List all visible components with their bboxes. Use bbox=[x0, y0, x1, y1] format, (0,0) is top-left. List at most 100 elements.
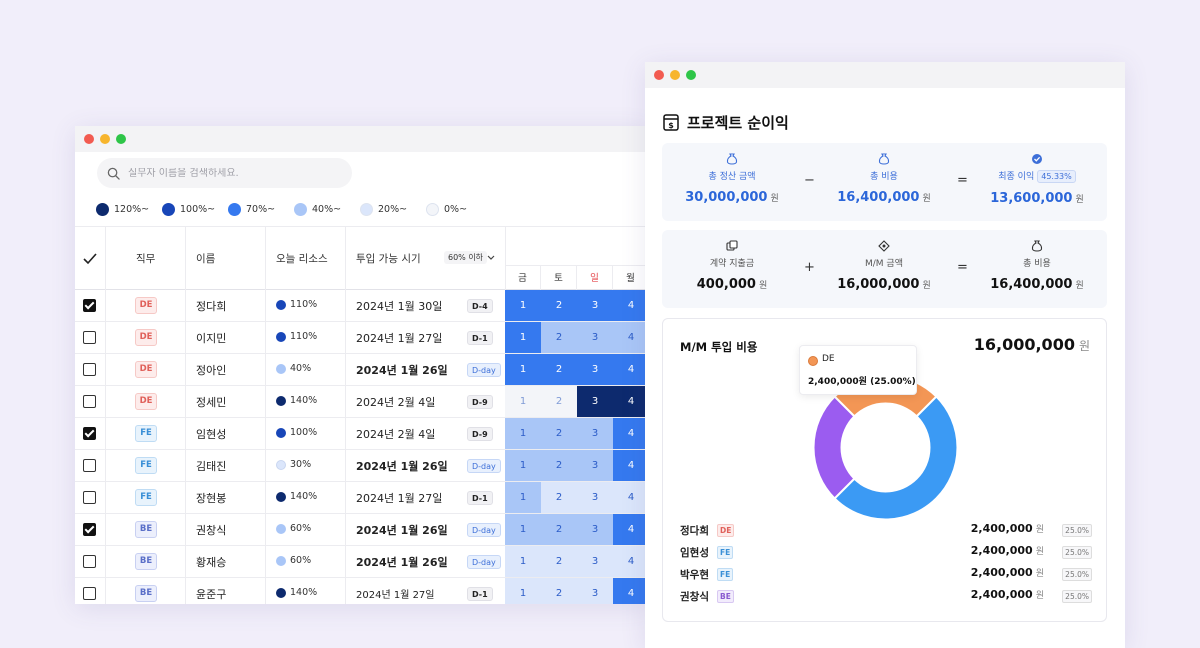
row-checkbox[interactable] bbox=[83, 395, 96, 408]
schedule-cell[interactable]: 4 bbox=[613, 514, 649, 545]
member-name: 윤준구 bbox=[196, 588, 227, 601]
schedule-cell[interactable]: 2 bbox=[541, 290, 577, 321]
schedule-cell[interactable]: 4 bbox=[613, 578, 649, 604]
resource-percent: 110% bbox=[290, 299, 318, 310]
schedule-cell[interactable]: 4 bbox=[613, 354, 649, 385]
row-checkbox[interactable] bbox=[83, 555, 96, 568]
search-icon bbox=[107, 167, 120, 180]
legend-item: 70%~ bbox=[228, 203, 294, 216]
schedule-cell[interactable]: 1 bbox=[505, 578, 541, 604]
legend-label: 0%~ bbox=[444, 204, 468, 215]
currency-unit: 원 bbox=[1078, 339, 1090, 353]
schedule-cell[interactable]: 2 bbox=[541, 354, 577, 385]
schedule-cell[interactable]: 2 bbox=[541, 450, 577, 481]
row-checkbox[interactable] bbox=[83, 491, 96, 504]
select-all-check-icon[interactable] bbox=[83, 253, 97, 265]
kpi-label: 총 비용 bbox=[1023, 259, 1051, 269]
mm-donut-chart[interactable] bbox=[813, 375, 958, 520]
schedule-cell[interactable]: 4 bbox=[613, 482, 649, 513]
resource-level-dot bbox=[276, 395, 286, 406]
row-checkbox[interactable] bbox=[83, 363, 96, 376]
schedule-cell[interactable]: 1 bbox=[505, 322, 541, 353]
row-checkbox[interactable] bbox=[83, 587, 96, 600]
schedule-cell[interactable]: 2 bbox=[541, 546, 577, 577]
table-row[interactable]: BE 권창식 60% 2024년 1월 26일 D-day 1 2 3 4 bbox=[75, 514, 650, 546]
day-header: 금 bbox=[505, 266, 541, 292]
schedule-cell[interactable]: 2 bbox=[541, 514, 577, 545]
schedule-cell[interactable]: 2 bbox=[541, 418, 577, 449]
role-badge: BE bbox=[135, 553, 157, 570]
row-checkbox[interactable] bbox=[83, 427, 96, 440]
row-checkbox[interactable] bbox=[83, 523, 96, 536]
maximize-window-button[interactable] bbox=[116, 134, 126, 144]
available-date: 2024년 1월 26일 bbox=[356, 524, 448, 537]
chevron-down-icon[interactable] bbox=[487, 255, 495, 261]
schedule-cell[interactable]: 3 bbox=[577, 546, 613, 577]
schedule-cell[interactable]: 3 bbox=[577, 354, 613, 385]
search-bar[interactable] bbox=[97, 158, 352, 188]
available-date: 2024년 1월 26일 bbox=[356, 364, 448, 377]
schedule-cell[interactable]: 3 bbox=[577, 418, 613, 449]
resource-level-dot bbox=[276, 555, 286, 566]
schedule-cell[interactable]: 2 bbox=[541, 482, 577, 513]
schedule-cell[interactable]: 1 bbox=[505, 354, 541, 385]
schedule-cell[interactable]: 4 bbox=[613, 418, 649, 449]
minimize-window-button[interactable] bbox=[100, 134, 110, 144]
table-row[interactable]: DE 정세민 140% 2024년 2월 4일 D-9 1 2 3 4 bbox=[75, 386, 650, 418]
table-row[interactable]: DE 정아인 40% 2024년 1월 26일 D-day 1 2 3 4 bbox=[75, 354, 650, 386]
currency-unit: 원 bbox=[1035, 591, 1044, 601]
close-window-button[interactable] bbox=[84, 134, 94, 144]
table-row[interactable]: FE 장현봉 140% 2024년 1월 27일 D-1 1 2 3 4 bbox=[75, 482, 650, 514]
row-checkbox[interactable] bbox=[83, 459, 96, 472]
schedule-cell[interactable]: 2 bbox=[541, 322, 577, 353]
availability-filter-dropdown[interactable]: 60% 이하 bbox=[444, 251, 488, 264]
kpi-value: 30,000,000 원 bbox=[667, 190, 797, 205]
schedule-cell[interactable]: 4 bbox=[613, 322, 649, 353]
table-row[interactable]: BE 황재승 60% 2024년 1월 26일 D-day 1 2 3 4 bbox=[75, 546, 650, 578]
schedule-cell[interactable]: 4 bbox=[613, 546, 649, 577]
table-row[interactable]: FE 김태진 30% 2024년 1월 26일 D-day 1 2 3 4 bbox=[75, 450, 650, 482]
schedule-cell[interactable]: 3 bbox=[577, 450, 613, 481]
legend-label: 20%~ bbox=[378, 204, 408, 215]
schedule-cell[interactable]: 3 bbox=[577, 482, 613, 513]
schedule-cell[interactable]: 3 bbox=[577, 290, 613, 321]
schedule-cell[interactable]: 2 bbox=[541, 578, 577, 604]
legend-item: 40%~ bbox=[294, 203, 360, 216]
schedule-cell[interactable]: 1 bbox=[505, 450, 541, 481]
amount-value: 2,400,000 bbox=[970, 544, 1033, 557]
schedule-cell[interactable]: 1 bbox=[505, 546, 541, 577]
minimize-window-button[interactable] bbox=[670, 70, 680, 80]
schedule-cell[interactable]: 2 bbox=[541, 386, 577, 417]
table-row[interactable]: DE 정다희 110% 2024년 1월 30일 D-4 1 2 3 4 bbox=[75, 290, 650, 322]
amount-value: 2,400,000 bbox=[970, 566, 1033, 579]
schedule-cell[interactable]: 3 bbox=[577, 322, 613, 353]
search-input[interactable] bbox=[128, 167, 338, 179]
schedule-cell[interactable]: 3 bbox=[577, 578, 613, 604]
resource-percent: 60% bbox=[290, 523, 312, 534]
close-window-button[interactable] bbox=[654, 70, 664, 80]
table-row[interactable]: BE 윤준구 140% 2024년 1월 27일 D-1 1 2 3 4 bbox=[75, 578, 650, 604]
schedule-cell[interactable]: 1 bbox=[505, 418, 541, 449]
schedule-cell[interactable]: 1 bbox=[505, 514, 541, 545]
donut-slice-be[interactable] bbox=[813, 395, 856, 500]
maximize-window-button[interactable] bbox=[686, 70, 696, 80]
money-document-icon: $ bbox=[663, 114, 679, 131]
available-date: 2024년 1월 30일 bbox=[356, 300, 443, 313]
schedule-cell[interactable]: 3 bbox=[577, 514, 613, 545]
table-row[interactable]: FE 임현성 100% 2024년 2월 4일 D-9 1 2 3 4 bbox=[75, 418, 650, 450]
schedule-cell[interactable]: 1 bbox=[505, 290, 541, 321]
schedule-cell[interactable]: 4 bbox=[613, 290, 649, 321]
schedule-cell[interactable]: 1 bbox=[505, 386, 541, 417]
legend-label: 40%~ bbox=[312, 204, 342, 215]
currency-unit: 원 bbox=[922, 194, 931, 204]
breakdown-amount: 2,400,000 원 bbox=[971, 544, 1044, 557]
schedule-cell[interactable]: 4 bbox=[613, 450, 649, 481]
schedule-cell[interactable]: 4 bbox=[613, 386, 649, 417]
header-role: 직무 bbox=[136, 253, 156, 265]
resource-percent: 140% bbox=[290, 491, 318, 502]
schedule-cell[interactable]: 1 bbox=[505, 482, 541, 513]
row-checkbox[interactable] bbox=[83, 331, 96, 344]
row-checkbox[interactable] bbox=[83, 299, 96, 312]
table-row[interactable]: DE 이지민 110% 2024년 1월 27일 D-1 1 2 3 4 bbox=[75, 322, 650, 354]
schedule-cell[interactable]: 3 bbox=[577, 386, 613, 417]
